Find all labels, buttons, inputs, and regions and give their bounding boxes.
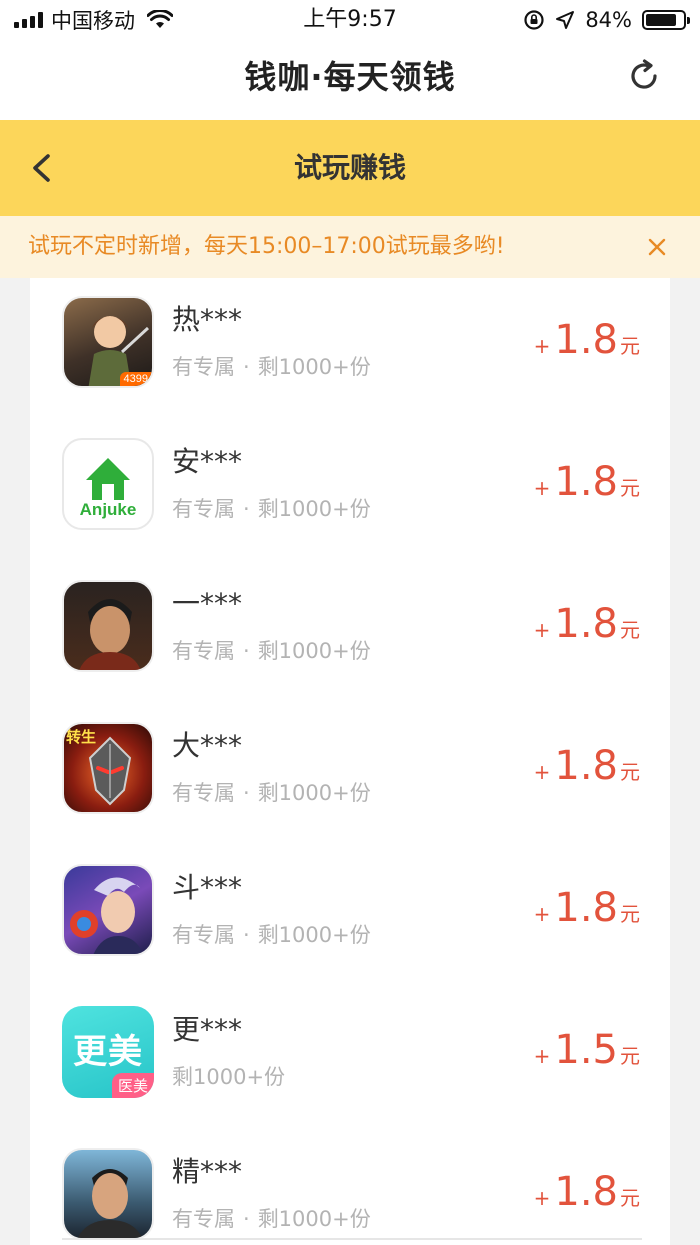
exclusive-tag: 有专属 — [172, 639, 235, 663]
app-meta: 有专属 · 剩1000+份 — [172, 778, 371, 808]
app-name: 斗*** — [172, 871, 243, 904]
app-meta: 有专属 · 剩1000+份 — [172, 352, 371, 382]
sub-badge-text: 医美 — [111, 1073, 154, 1098]
reward-unit: 元 — [620, 1044, 640, 1068]
reward-plus: + — [533, 1044, 551, 1068]
actor-portrait-icon — [62, 580, 154, 672]
refresh-icon[interactable] — [624, 56, 664, 96]
reward-plus: + — [533, 760, 551, 784]
reward-plus: + — [533, 902, 551, 926]
exclusive-tag: 有专属 — [172, 497, 235, 521]
reward-value: 1.5 — [554, 1027, 618, 1073]
app-meta: 剩1000+份 — [172, 1062, 285, 1092]
reward-value: 1.8 — [554, 885, 618, 931]
meta-dot: · — [243, 923, 250, 947]
app-title: 钱咖·每天领钱 — [244, 58, 456, 96]
stock-count: 剩1000+份 — [257, 355, 371, 379]
reward-unit: 元 — [620, 334, 640, 358]
list-item[interactable]: 斗*** 有专属 · 剩1000+份 +1.8 元 — [30, 854, 670, 996]
list-item[interactable]: 转生 大*** 有专属 · 剩1000+份 +1.8 元 — [30, 712, 670, 854]
reward-amount: +1.8 元 — [534, 1168, 640, 1216]
badge-text: 转生 — [66, 728, 97, 746]
stock-count: 剩1000+份 — [257, 639, 371, 663]
exclusive-tag: 有专属 — [172, 355, 235, 379]
nav-bar: 试玩赚钱 — [0, 120, 700, 216]
exclusive-tag: 有专属 — [172, 1207, 235, 1231]
meta-dot: · — [243, 497, 250, 521]
notice-banner: 试玩不定时新增，每天15:00–17:00试玩最多哟! — [0, 216, 700, 278]
trial-app-list: 4399 热*** 有专属 · 剩1000+份 +1.8 元 Anjuke 安*** … — [30, 278, 670, 1245]
anjuke-house-icon: Anjuke — [62, 438, 154, 530]
app-meta: 有专属 · 剩1000+份 — [172, 494, 371, 524]
meta-dot: · — [243, 639, 250, 663]
reward-value: 1.8 — [554, 317, 618, 363]
reward-value: 1.8 — [554, 1169, 618, 1215]
stock-count: 剩1000+份 — [257, 1207, 371, 1231]
list-item[interactable]: 更美 医美 更*** 剩1000+份 +1.5 元 — [30, 996, 670, 1138]
anime-hero-icon — [62, 864, 154, 956]
status-right: 84% — [523, 6, 690, 34]
reward-amount: +1.8 元 — [534, 600, 640, 648]
app-name: 精*** — [172, 1155, 243, 1188]
reward-amount: +1.5 元 — [534, 1026, 640, 1074]
meta-dot: · — [243, 781, 250, 805]
reward-amount: +1.8 元 — [534, 316, 640, 364]
reward-unit: 元 — [620, 902, 640, 926]
reward-unit: 元 — [620, 476, 640, 500]
reward-value: 1.8 — [554, 743, 618, 789]
reward-unit: 元 — [620, 760, 640, 784]
list-divider — [62, 1238, 642, 1240]
reward-plus: + — [533, 334, 551, 358]
meta-dot: · — [243, 355, 250, 379]
status-bar: 中国移动 上午9:57 84% — [0, 0, 700, 40]
badge-text: Anjuke — [79, 500, 137, 519]
exclusive-tag: 有专属 — [172, 781, 235, 805]
reward-amount: +1.8 元 — [534, 884, 640, 932]
rotation-lock-icon — [524, 10, 544, 30]
app-meta: 有专属 · 剩1000+份 — [172, 1204, 371, 1234]
exclusive-tag: 有专属 — [172, 923, 235, 947]
stock-count: 剩1000+份 — [257, 923, 371, 947]
list-item[interactable]: 4399 热*** 有专属 · 剩1000+份 +1.8 元 — [30, 286, 670, 428]
actor-portrait-icon — [62, 1148, 154, 1240]
meta-dot: · — [243, 1207, 250, 1231]
list-item[interactable]: 一*** 有专属 · 剩1000+份 +1.8 元 — [30, 570, 670, 712]
stock-count: 剩1000+份 — [172, 1065, 286, 1089]
list-item[interactable]: 精*** 有专属 · 剩1000+份 +1.8 元 — [30, 1138, 670, 1245]
app-meta: 有专属 · 剩1000+份 — [172, 920, 371, 950]
app-header: 钱咖·每天领钱 — [0, 40, 700, 120]
armor-mask-icon: 转生 — [62, 722, 154, 814]
battery-percent: 84% — [585, 8, 632, 32]
reward-value: 1.8 — [554, 601, 618, 647]
reward-unit: 元 — [620, 1186, 640, 1210]
nav-title: 试玩赚钱 — [293, 151, 406, 184]
reward-plus: + — [533, 476, 551, 500]
close-icon[interactable] — [644, 234, 670, 260]
app-name: 更*** — [172, 1013, 243, 1046]
app-name: 一*** — [172, 587, 243, 620]
battery-icon — [642, 10, 690, 30]
reward-value: 1.8 — [554, 459, 618, 505]
reward-plus: + — [533, 1186, 551, 1210]
gengmei-icon: 更美 医美 — [62, 1006, 154, 1098]
app-meta: 有专属 · 剩1000+份 — [172, 636, 371, 666]
reward-amount: +1.8 元 — [534, 742, 640, 790]
stock-count: 剩1000+份 — [257, 497, 371, 521]
badge-text: 更美 — [73, 1032, 143, 1072]
location-icon — [556, 11, 575, 29]
notice-text: 试玩不定时新增，每天15:00–17:00试玩最多哟! — [28, 234, 505, 259]
list-item[interactable]: Anjuke 安*** 有专属 · 剩1000+份 +1.8 元 — [30, 428, 670, 570]
reward-plus: + — [533, 618, 551, 642]
reward-amount: +1.8 元 — [534, 458, 640, 506]
app-name: 热*** — [172, 303, 243, 336]
app-name: 大*** — [172, 729, 243, 762]
game-warrior-icon: 4399 — [62, 296, 154, 388]
reward-unit: 元 — [620, 618, 640, 642]
badge-text: 4399 — [119, 372, 152, 386]
stock-count: 剩1000+份 — [257, 781, 371, 805]
app-name: 安*** — [172, 445, 243, 478]
